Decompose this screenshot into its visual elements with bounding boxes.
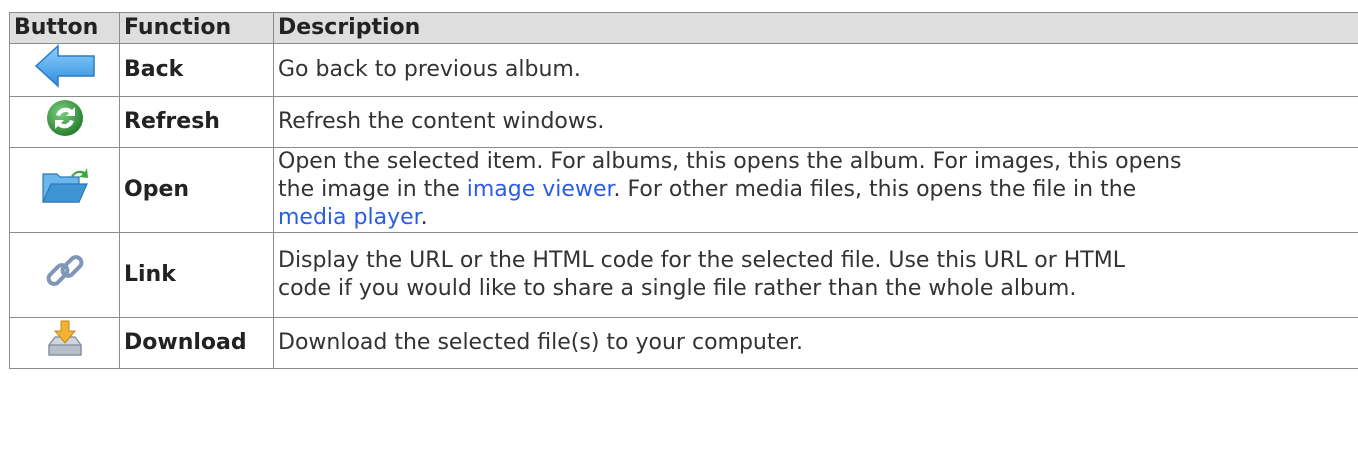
function-cell: Refresh [119, 96, 274, 148]
function-cell: Back [119, 43, 274, 97]
description-cell: Go back to previous album. [273, 43, 1358, 97]
table-row: Link Display the URL or the HTML code fo… [9, 232, 1358, 318]
table-header-row: Button Function Description [9, 12, 1358, 44]
buttons-table: Button Function Description Back Go back… [9, 12, 1358, 369]
link-chain-icon [43, 249, 87, 301]
open-folder-icon [41, 166, 89, 214]
function-cell: Download [119, 317, 274, 369]
back-arrow-icon [34, 44, 96, 96]
icon-cell [9, 147, 120, 233]
description-cell: Refresh the content windows. [273, 96, 1358, 148]
refresh-icon [45, 98, 85, 146]
description-line: code if you would like to share a single… [278, 276, 1077, 301]
description-line: the image in the image viewer. For other… [278, 177, 1137, 202]
description-line: Open the selected item. For albums, this… [278, 149, 1182, 174]
icon-cell [9, 317, 120, 369]
table-row: Download Download the selected file(s) t… [9, 317, 1358, 369]
description-cell: Display the URL or the HTML code for the… [273, 232, 1358, 318]
icon-cell [9, 43, 120, 97]
header-description: Description [273, 12, 1358, 44]
function-cell: Open [119, 147, 274, 233]
description-cell: Download the selected file(s) to your co… [273, 317, 1358, 369]
table-row: Back Go back to previous album. [9, 43, 1358, 97]
header-button: Button [9, 12, 120, 44]
download-icon [45, 319, 85, 367]
function-cell: Link [119, 232, 274, 318]
description-line: media player. [278, 205, 428, 230]
table-row: Refresh Refresh the content windows. [9, 96, 1358, 148]
icon-cell [9, 96, 120, 148]
description-cell: Open the selected item. For albums, this… [273, 147, 1358, 233]
icon-cell [9, 232, 120, 318]
header-function: Function [119, 12, 274, 44]
description-line: Display the URL or the HTML code for the… [278, 248, 1125, 273]
table-row: Open Open the selected item. For albums,… [9, 147, 1358, 233]
image-viewer-link[interactable]: image viewer [467, 177, 614, 202]
media-player-link[interactable]: media player [278, 205, 421, 230]
